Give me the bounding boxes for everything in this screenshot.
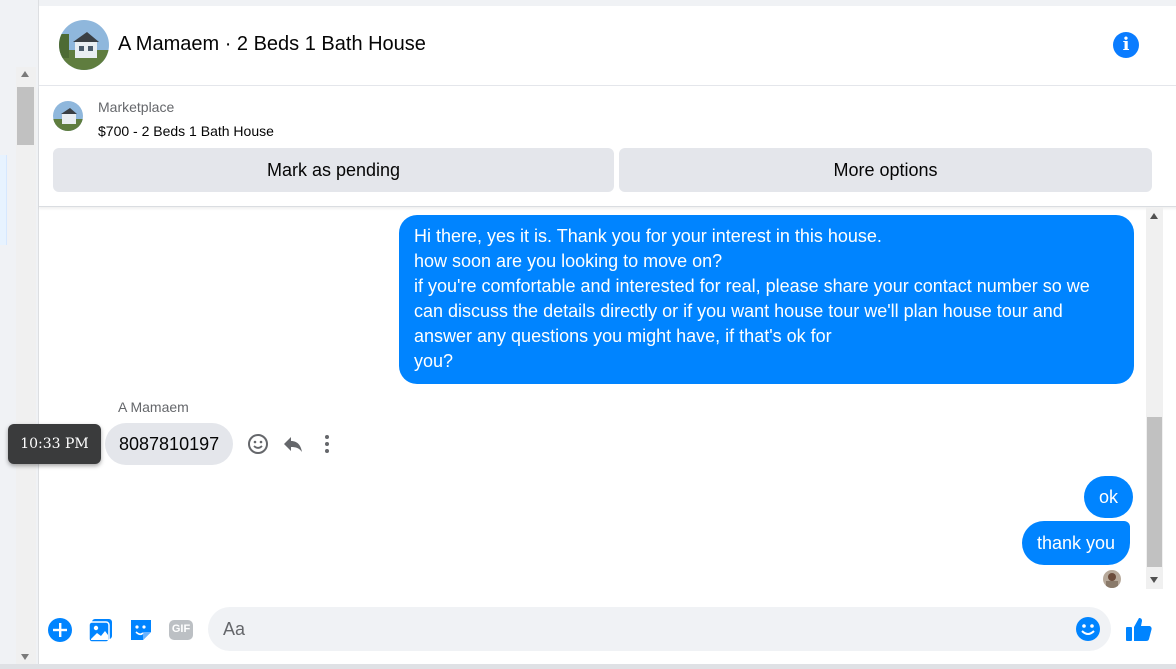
selected-conversation-edge (0, 155, 7, 245)
bottom-divider (0, 664, 1176, 669)
message-line: can discuss the details directly or if y… (414, 301, 1063, 321)
thumbs-up-icon[interactable] (1125, 615, 1152, 641)
listing-thumbnail[interactable] (53, 101, 83, 131)
react-emoji-icon[interactable] (247, 433, 269, 455)
chat-window: A Mamaem · 2 Beds 1 Bath House i Marketp… (38, 0, 1176, 669)
scroll-up-arrow-icon[interactable] (1150, 213, 1158, 219)
message-input-placeholder: Aa (223, 619, 246, 639)
scroll-up-arrow-icon[interactable] (21, 71, 29, 77)
seen-avatar (1103, 570, 1121, 588)
timestamp-tooltip: 10:33 PM (8, 424, 101, 464)
marketplace-listing-card: Marketplace $700 - 2 Beds 1 Bath House M… (39, 86, 1176, 207)
message-line: you? (414, 351, 454, 371)
scroll-down-arrow-icon[interactable] (21, 654, 29, 660)
outgoing-message-bubble[interactable]: thank you (1022, 521, 1131, 565)
gif-label: GIF (171, 623, 191, 635)
sticker-icon[interactable] (128, 617, 154, 643)
chat-header: A Mamaem · 2 Beds 1 Bath House i (39, 6, 1176, 86)
outgoing-message-bubble[interactable]: ok (1084, 476, 1134, 518)
contact-avatar[interactable] (59, 20, 109, 70)
chat-title[interactable]: A Mamaem · 2 Beds 1 Bath House (118, 33, 426, 56)
message-input[interactable]: Aa (208, 607, 1111, 651)
left-scrollbar[interactable] (16, 67, 36, 664)
message-line: answer any questions you might have, if … (414, 326, 832, 346)
scroll-down-arrow-icon[interactable] (1150, 577, 1158, 583)
outgoing-message-bubble[interactable]: Hi there, yes it is. Thank you for your … (399, 215, 1134, 384)
listing-source-label: Marketplace (98, 99, 175, 115)
plus-icon[interactable] (47, 617, 73, 643)
message-scrollbar[interactable] (1146, 207, 1163, 589)
incoming-message-bubble[interactable]: 8087810197 (105, 423, 234, 465)
message-actions (247, 433, 337, 455)
message-composer: GIF Aa (39, 600, 1176, 660)
scrollbar-thumb[interactable] (17, 87, 34, 145)
scrollbar-thumb[interactable] (1147, 417, 1162, 567)
gif-icon[interactable]: GIF (168, 617, 194, 643)
more-vertical-icon[interactable] (316, 433, 338, 455)
incoming-sender-name: A Mamaem (118, 399, 189, 415)
photo-icon[interactable] (88, 617, 114, 643)
message-list: Hi there, yes it is. Thank you for your … (39, 207, 1145, 595)
reply-icon[interactable] (282, 433, 304, 455)
message-line: Hi there, yes it is. Thank you for your … (414, 226, 882, 246)
emoji-icon[interactable] (1075, 616, 1101, 642)
listing-price-title[interactable]: $700 - 2 Beds 1 Bath House (98, 123, 274, 139)
more-options-button[interactable]: More options (619, 148, 1152, 192)
message-line: if you're comfortable and interested for… (414, 276, 1090, 296)
message-line: how soon are you looking to move on? (414, 251, 723, 271)
mark-as-pending-button[interactable]: Mark as pending (53, 148, 614, 192)
info-icon[interactable]: i (1113, 32, 1139, 58)
